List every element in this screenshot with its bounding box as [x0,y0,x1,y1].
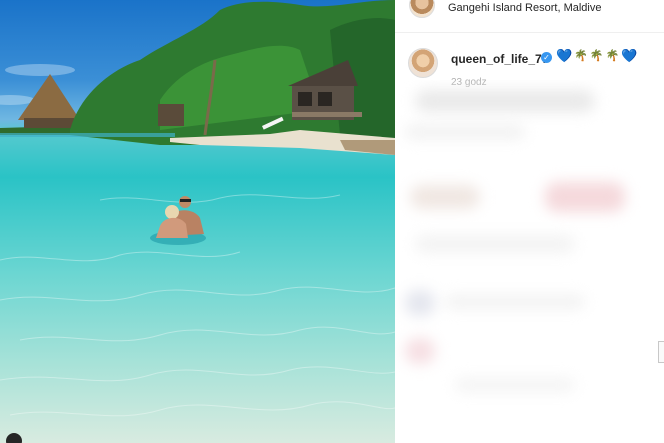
horizon [0,133,175,137]
beach-scene-image [0,0,395,417]
bungalow-deck [292,112,362,117]
blurred-comment [445,295,585,309]
caption-avatar[interactable] [408,48,438,78]
cloud [5,64,75,76]
tagged-people-icon[interactable] [6,433,22,443]
small-hut [158,104,184,126]
blue-heart-icon: 💙 [556,48,573,63]
location-link[interactable]: Gangehi Island Resort, Maldive [448,2,601,14]
bungalow-window [318,92,332,106]
palm-tree-icon: 🌴 [589,50,604,62]
verified-badge-icon: ✓ [541,52,552,63]
blurred-avatar [405,338,435,364]
person-head-blonde [165,205,179,219]
hut-base [24,118,74,128]
header-divider [395,32,664,33]
blue-heart-icon: 💙 [621,48,638,63]
blurred-comment [455,378,575,392]
header-avatar[interactable] [409,0,435,18]
scroll-handle[interactable] [658,341,664,363]
comments-blurred [395,80,664,443]
blurred-comment [545,182,625,212]
post-sidebar: Gangehi Island Resort, Maldive queen_of_… [395,0,664,443]
palm-tree-icon: 🌴 [605,50,620,62]
blurred-comment [415,90,595,112]
username-link[interactable]: queen_of_life_77 [451,52,548,66]
blurred-comment [415,235,575,253]
blurred-avatar [405,290,435,316]
post-photo[interactable] [0,0,395,443]
caption: queen_of_life_77 ✓ 💙 🌴 🌴 🌴 💙 23 godz [395,45,664,88]
blurred-comment [410,185,480,209]
sunglasses [180,199,191,202]
post-header: Gangehi Island Resort, Maldive [395,0,664,18]
caption-emojis: 💙 🌴 🌴 🌴 💙 [556,49,637,63]
bungalow-window [298,92,312,106]
blurred-comment [405,125,525,139]
palm-tree-icon: 🌴 [574,50,588,62]
